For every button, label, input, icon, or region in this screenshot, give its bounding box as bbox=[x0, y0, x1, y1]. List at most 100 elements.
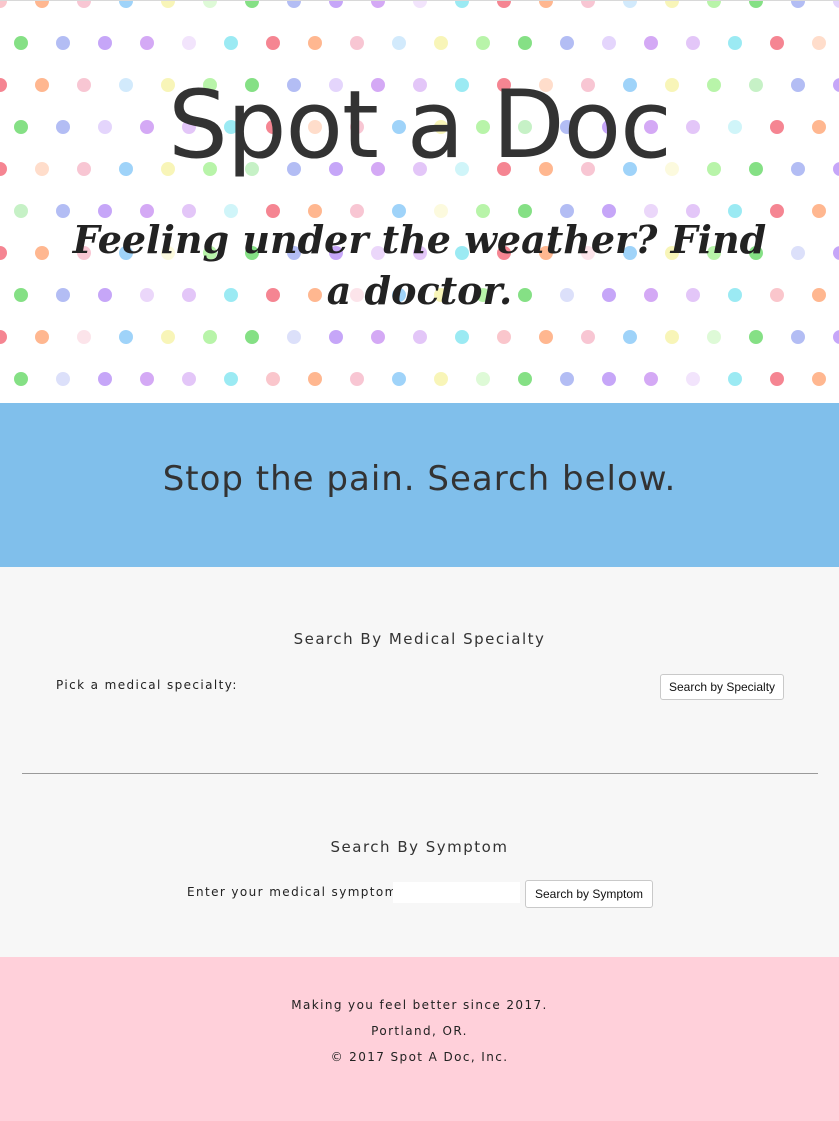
polka-dot bbox=[749, 1, 763, 8]
polka-dot bbox=[560, 36, 574, 50]
polka-dot bbox=[308, 372, 322, 386]
polka-dot bbox=[0, 1, 7, 8]
polka-dot bbox=[644, 36, 658, 50]
polka-dot bbox=[392, 372, 406, 386]
polka-dot bbox=[35, 330, 49, 344]
polka-dot bbox=[140, 372, 154, 386]
polka-dot bbox=[245, 1, 259, 8]
polka-dot bbox=[539, 1, 553, 8]
polka-dot bbox=[581, 330, 595, 344]
polka-dot bbox=[434, 372, 448, 386]
polka-dot bbox=[203, 330, 217, 344]
polka-dot bbox=[476, 36, 490, 50]
site-title: Spot a Doc bbox=[168, 71, 672, 180]
specialty-search-title: Search By Medical Specialty bbox=[293, 630, 546, 648]
polka-dot bbox=[833, 246, 839, 260]
polka-dot bbox=[182, 372, 196, 386]
polka-dot bbox=[728, 372, 742, 386]
symptom-input[interactable] bbox=[393, 882, 520, 903]
polka-dot bbox=[119, 330, 133, 344]
polka-dot bbox=[455, 330, 469, 344]
polka-dot bbox=[497, 1, 511, 8]
hero-section: Spot a Doc Feeling under the weather? Fi… bbox=[0, 0, 839, 404]
polka-dot bbox=[35, 246, 49, 260]
polka-dot bbox=[791, 246, 805, 260]
polka-dot bbox=[812, 204, 826, 218]
polka-dot bbox=[497, 330, 511, 344]
polka-dot bbox=[56, 372, 70, 386]
polka-dot bbox=[182, 36, 196, 50]
polka-dot bbox=[350, 372, 364, 386]
polka-dot bbox=[707, 1, 721, 8]
polka-dot bbox=[665, 1, 679, 8]
polka-dot bbox=[623, 1, 637, 8]
polka-dot bbox=[287, 330, 301, 344]
hero-tagline: Feeling under the weather? Find a doctor… bbox=[72, 217, 767, 313]
polka-dot bbox=[455, 1, 469, 8]
polka-dot bbox=[476, 372, 490, 386]
polka-dot bbox=[350, 36, 364, 50]
polka-dot bbox=[602, 36, 616, 50]
specialty-label: Pick a medical specialty: bbox=[56, 678, 238, 692]
polka-dot bbox=[581, 1, 595, 8]
polka-dot bbox=[266, 372, 280, 386]
polka-dot bbox=[14, 372, 28, 386]
polka-dot bbox=[329, 330, 343, 344]
footer-tagline: Making you feel better since 2017. bbox=[291, 998, 548, 1012]
polka-dot bbox=[665, 330, 679, 344]
symptom-search-title: Search By Symptom bbox=[330, 838, 509, 856]
polka-dot bbox=[14, 204, 28, 218]
polka-dot bbox=[245, 330, 259, 344]
polka-dot bbox=[686, 372, 700, 386]
polka-dot bbox=[224, 36, 238, 50]
polka-dot bbox=[98, 36, 112, 50]
polka-dot bbox=[644, 372, 658, 386]
polka-dot bbox=[56, 36, 70, 50]
symptom-label: Enter your medical symptom: bbox=[187, 885, 404, 899]
polka-dot bbox=[308, 36, 322, 50]
section-divider bbox=[22, 773, 818, 774]
polka-dot bbox=[392, 36, 406, 50]
polka-dot bbox=[14, 288, 28, 302]
polka-dot bbox=[560, 372, 574, 386]
polka-dot bbox=[833, 1, 839, 8]
polka-dot bbox=[413, 1, 427, 8]
footer: Making you feel better since 2017. Portl… bbox=[0, 957, 839, 1121]
polka-dot bbox=[539, 330, 553, 344]
polka-dot bbox=[371, 330, 385, 344]
footer-location: Portland, OR. bbox=[371, 1024, 468, 1038]
polka-dot bbox=[623, 330, 637, 344]
polka-dot bbox=[434, 36, 448, 50]
polka-dot bbox=[749, 330, 763, 344]
polka-dot bbox=[791, 1, 805, 8]
polka-dot bbox=[77, 330, 91, 344]
polka-dot bbox=[119, 1, 133, 8]
polka-dot bbox=[791, 330, 805, 344]
polka-dot bbox=[371, 1, 385, 8]
banner-heading: Stop the pain. Search below. bbox=[162, 459, 677, 499]
polka-dot bbox=[266, 36, 280, 50]
polka-dot bbox=[0, 246, 7, 260]
polka-dot-background bbox=[0, 1, 839, 386]
search-by-specialty-button[interactable]: Search by Specialty bbox=[660, 674, 784, 700]
polka-dot bbox=[287, 1, 301, 8]
polka-dot bbox=[728, 36, 742, 50]
polka-dot bbox=[77, 1, 91, 8]
polka-dot bbox=[203, 1, 217, 8]
polka-dot bbox=[833, 330, 839, 344]
polka-dot bbox=[413, 330, 427, 344]
search-by-symptom-button[interactable]: Search by Symptom bbox=[525, 880, 653, 908]
polka-dot bbox=[812, 372, 826, 386]
polka-dot bbox=[770, 36, 784, 50]
footer-copyright: © 2017 Spot A Doc, Inc. bbox=[330, 1050, 509, 1064]
polka-dot bbox=[518, 36, 532, 50]
polka-dot bbox=[686, 36, 700, 50]
polka-dot bbox=[329, 1, 343, 8]
polka-dot bbox=[518, 372, 532, 386]
polka-dot bbox=[35, 1, 49, 8]
polka-dot bbox=[812, 36, 826, 50]
polka-dot bbox=[161, 330, 175, 344]
polka-dot bbox=[14, 36, 28, 50]
polka-dot bbox=[812, 288, 826, 302]
polka-dot bbox=[770, 372, 784, 386]
